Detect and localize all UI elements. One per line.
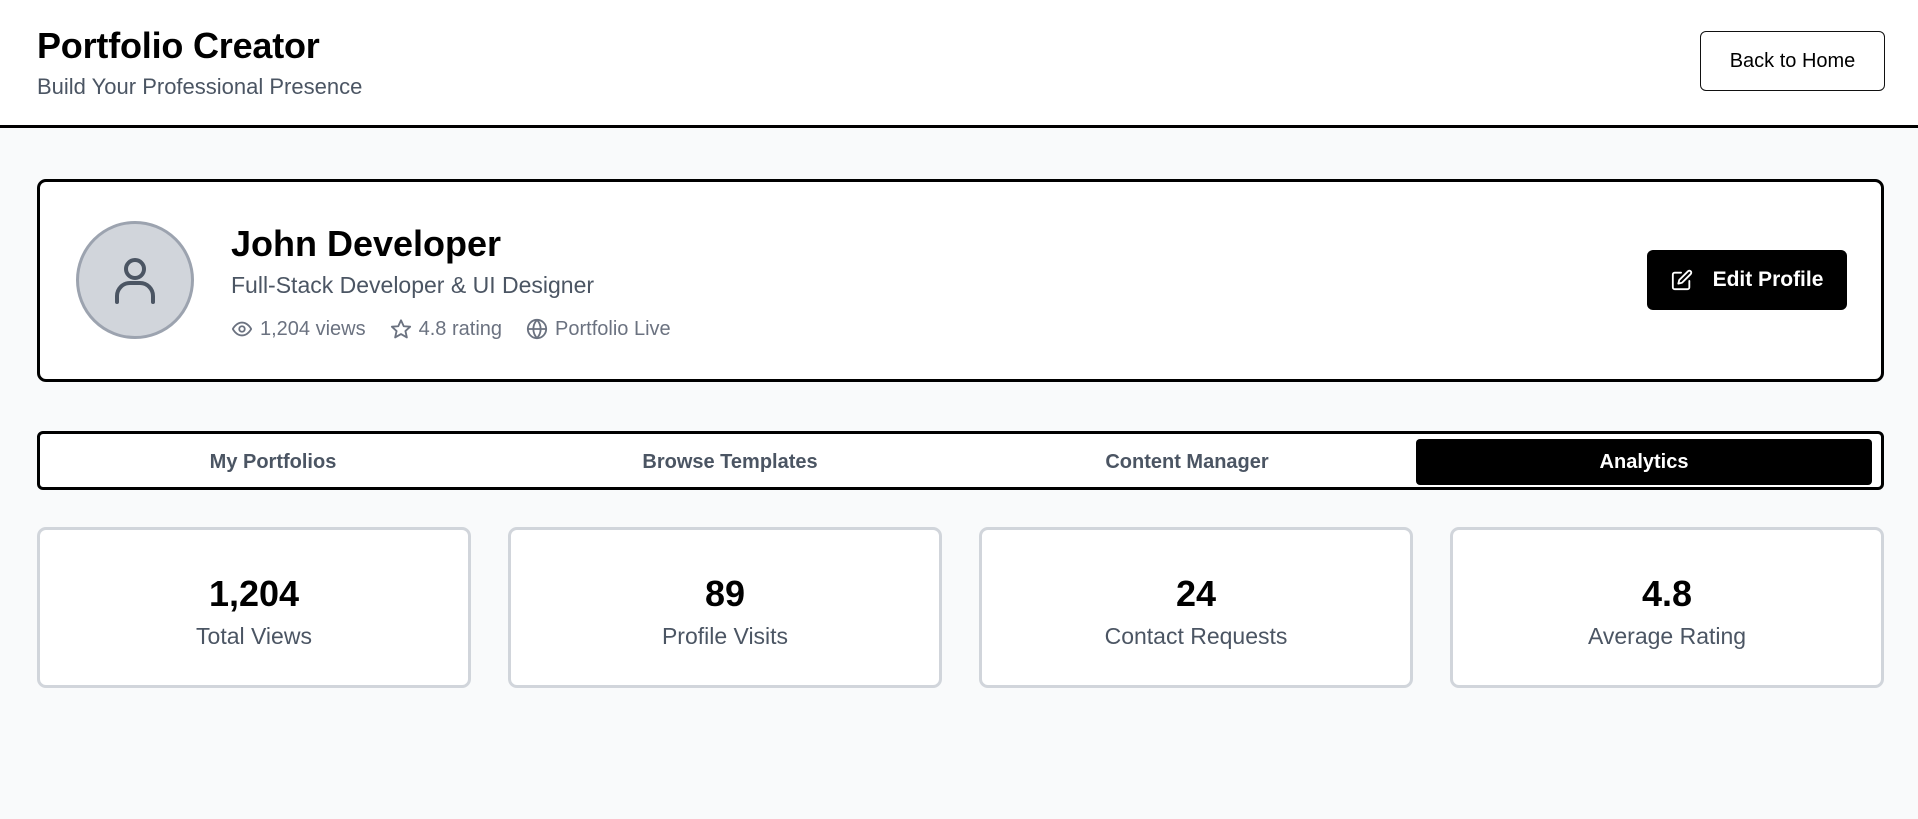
globe-icon xyxy=(526,318,548,340)
stat-value: 4.8 xyxy=(1641,573,1693,614)
tab-analytics[interactable]: Analytics xyxy=(1416,439,1872,485)
tab-browse-templates[interactable]: Browse Templates xyxy=(502,439,958,485)
tab-my-portfolios[interactable]: My Portfolios xyxy=(45,439,501,485)
status-text: Portfolio Live xyxy=(555,317,671,340)
views-text: 1,204 views xyxy=(260,317,366,340)
user-icon xyxy=(115,258,155,304)
views-stat: 1,204 views xyxy=(231,318,366,341)
stat-card-average-rating: 4.8 Average Rating xyxy=(1450,527,1884,688)
edit-profile-label: Edit Profile xyxy=(1712,268,1824,291)
tab-bar: My Portfolios Browse Templates Content M… xyxy=(37,431,1884,490)
stat-label: Total Views xyxy=(196,623,312,649)
app-title: Portfolio Creator xyxy=(37,25,320,66)
back-to-home-button[interactable]: Back to Home xyxy=(1700,31,1885,91)
profile-card: John Developer Full-Stack Developer & UI… xyxy=(37,179,1884,382)
edit-profile-button[interactable]: Edit Profile xyxy=(1647,250,1847,310)
stat-value: 1,204 xyxy=(208,573,300,614)
avatar xyxy=(76,221,194,339)
app-header: Portfolio Creator Build Your Professiona… xyxy=(0,0,1918,128)
tab-content-manager[interactable]: Content Manager xyxy=(959,439,1415,485)
edit-icon xyxy=(1671,269,1692,291)
star-icon xyxy=(390,319,411,339)
app-subtitle: Build Your Professional Presence xyxy=(37,74,363,99)
stat-card-total-views: 1,204 Total Views xyxy=(37,527,471,688)
stat-label: Profile Visits xyxy=(661,623,789,649)
rating-stat: 4.8 rating xyxy=(390,318,502,341)
eye-icon xyxy=(231,321,253,337)
stat-label: Contact Requests xyxy=(1104,623,1288,649)
profile-role: Full-Stack Developer & UI Designer xyxy=(231,272,595,298)
stat-label: Average Rating xyxy=(1587,623,1747,649)
profile-name: John Developer xyxy=(231,223,502,264)
status-stat: Portfolio Live xyxy=(526,318,671,341)
stat-card-profile-visits: 89 Profile Visits xyxy=(508,527,942,688)
stat-value: 89 xyxy=(704,573,746,614)
rating-text: 4.8 rating xyxy=(418,317,503,340)
profile-stats: 1,204 views 4.8 rating Portfolio Live xyxy=(231,315,695,343)
stat-value: 24 xyxy=(1175,573,1217,614)
stat-card-contact-requests: 24 Contact Requests xyxy=(979,527,1413,688)
